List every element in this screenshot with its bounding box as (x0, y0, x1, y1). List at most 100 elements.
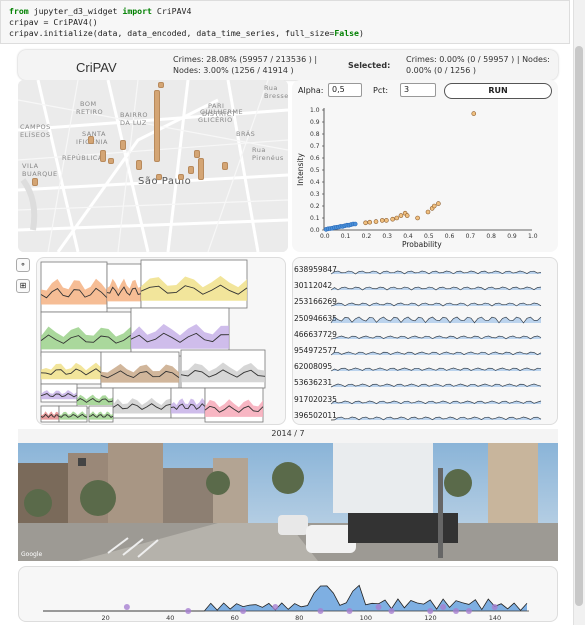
crime-bar[interactable] (156, 174, 162, 180)
y-tick: 0.2 (310, 203, 320, 210)
timeline-event (185, 608, 192, 614)
series-grid[interactable] (36, 257, 286, 425)
map-label: BAIRRO (120, 111, 148, 119)
crime-bar[interactable] (108, 158, 114, 164)
x-tick: 0.3 (382, 233, 392, 240)
selected-stats: Crimes: 0.00% (0 / 59957 ) | Nodes: 0.00… (406, 54, 550, 76)
y-tick: 0.1 (310, 215, 320, 222)
ts-row[interactable]: 466637729 (293, 327, 559, 343)
map-label: PARI (208, 102, 225, 110)
x-tick: 1.0 (528, 233, 538, 240)
code-class: CriPAV4 (151, 6, 192, 16)
series-cell (112, 387, 172, 419)
timeline-event (491, 604, 498, 610)
scatter-point (352, 221, 358, 227)
ts-sparkline (330, 367, 542, 372)
ts-sparkline (330, 351, 542, 356)
crime-bar[interactable] (158, 82, 164, 88)
series-cell (130, 307, 230, 357)
timeline-tick: 20 (102, 614, 110, 622)
scrollbar[interactable] (573, 0, 585, 625)
ts-row[interactable]: 638959847 (293, 262, 559, 278)
ts-sparkline (330, 400, 542, 404)
selected-label: Selected: (348, 61, 391, 70)
code-module: jupyter_d3_widget (28, 6, 123, 16)
selected-stats-line-1: Crimes: 0.00% (0 / 59957 ) | Nodes: (406, 55, 550, 64)
photo-google-logo: Google (21, 551, 43, 558)
brand-title: CriPAV (76, 60, 117, 75)
ts-row[interactable]: 30112042 (293, 278, 559, 294)
ts-row[interactable]: 954972577 (293, 343, 559, 359)
crime-bar[interactable] (136, 160, 142, 170)
series-cell (58, 405, 88, 423)
scatter-point (425, 209, 431, 215)
code-cell[interactable]: from jupyter_d3_widget import CriPAV4 cr… (0, 0, 570, 44)
timeline-event (272, 604, 279, 610)
y-tick: 0.6 (310, 155, 320, 162)
ts-row[interactable]: 53636231 (293, 375, 559, 391)
scatter-plot[interactable]: 0.0 0.1 0.2 0.3 0.4 0.5 0.6 0.7 0.8 0.9 1.0 0.0 0.1… (292, 80, 558, 252)
scatter-view-icon[interactable]: ⚬ (16, 258, 30, 272)
crime-bar[interactable] (154, 90, 160, 162)
x-tick: 0.8 (486, 233, 496, 240)
y-tick: 0.9 (310, 119, 320, 126)
scatter-point (394, 215, 400, 221)
series-canvas[interactable] (37, 258, 287, 426)
map-canvas[interactable] (18, 80, 288, 252)
scatter-point (379, 218, 385, 223)
timeline-event (240, 608, 247, 614)
map-label: CAMPOS (20, 123, 51, 131)
ts-row[interactable]: 62008095 (293, 359, 559, 375)
series-cell (76, 387, 116, 409)
x-tick: 0.2 (362, 233, 372, 240)
street-view-image[interactable] (18, 443, 558, 561)
map-label: BUARQUE (22, 170, 58, 178)
crime-bar[interactable] (100, 150, 106, 162)
timeline-event (375, 604, 382, 610)
crime-bar[interactable] (222, 162, 228, 170)
y-tick: 0.3 (310, 191, 320, 198)
y-tick: 0.4 (310, 179, 320, 186)
timeline-tick: 100 (360, 614, 372, 622)
grid-view-icon[interactable]: ⊞ (16, 279, 30, 293)
timeline-panel[interactable]: 20 40 60 80 100 120 140 (18, 566, 558, 622)
crime-bar[interactable] (188, 166, 194, 174)
time-series-list[interactable]: 638959847 30112042 253166269 250946635 46663… (292, 257, 558, 425)
y-axis-label: Intensity (295, 153, 305, 186)
crime-bar[interactable] (120, 140, 126, 150)
ts-row[interactable]: 917020235 (293, 392, 559, 408)
series-cell (170, 387, 206, 419)
selected-stats-line-2: 0.00% (0 / 1256 ) (406, 66, 476, 75)
timeline-event (346, 608, 353, 614)
map-label: ELÍSEOS (20, 131, 51, 139)
ts-sparkline (330, 335, 542, 340)
scroll-thumb[interactable] (575, 46, 583, 606)
timeline-event (465, 608, 472, 614)
ts-sparkline (330, 286, 542, 291)
ts-row[interactable]: 253166269 (293, 294, 559, 310)
code-line-2: cripav = CriPAV4() (9, 17, 98, 27)
map-label: BOM (80, 100, 97, 108)
ts-row[interactable]: 396502011 (293, 408, 559, 424)
ts-sparkline (330, 384, 542, 388)
map-view[interactable]: BOMRETIROBAIRRODA LUZCAMPOSELÍSEOSSANTAI… (18, 80, 288, 252)
code-keyword-import: import (122, 6, 152, 16)
map-label: DISTRICT (202, 110, 236, 118)
street-view-photo[interactable]: Google (18, 443, 558, 561)
series-cell (40, 383, 78, 403)
crime-bar[interactable] (88, 136, 94, 144)
y-tick: 0.5 (310, 167, 320, 174)
crime-bar[interactable] (178, 174, 184, 180)
header-bar: CriPAV Crimes: 28.08% (59957 / 213536 ) … (18, 50, 558, 80)
crime-bar[interactable] (198, 158, 204, 180)
series-cell (180, 349, 266, 389)
series-cell (88, 405, 114, 423)
crime-bar[interactable] (194, 150, 200, 158)
timeline-chart[interactable]: 20 40 60 80 100 120 140 (19, 567, 559, 623)
x-tick: 0.4 (403, 233, 413, 240)
map-label: DA LUZ (120, 119, 147, 127)
crime-bar[interactable] (32, 178, 38, 186)
ts-row[interactable]: 250946635 (293, 311, 559, 327)
scatter-point (384, 218, 389, 223)
series-cell (40, 311, 132, 357)
